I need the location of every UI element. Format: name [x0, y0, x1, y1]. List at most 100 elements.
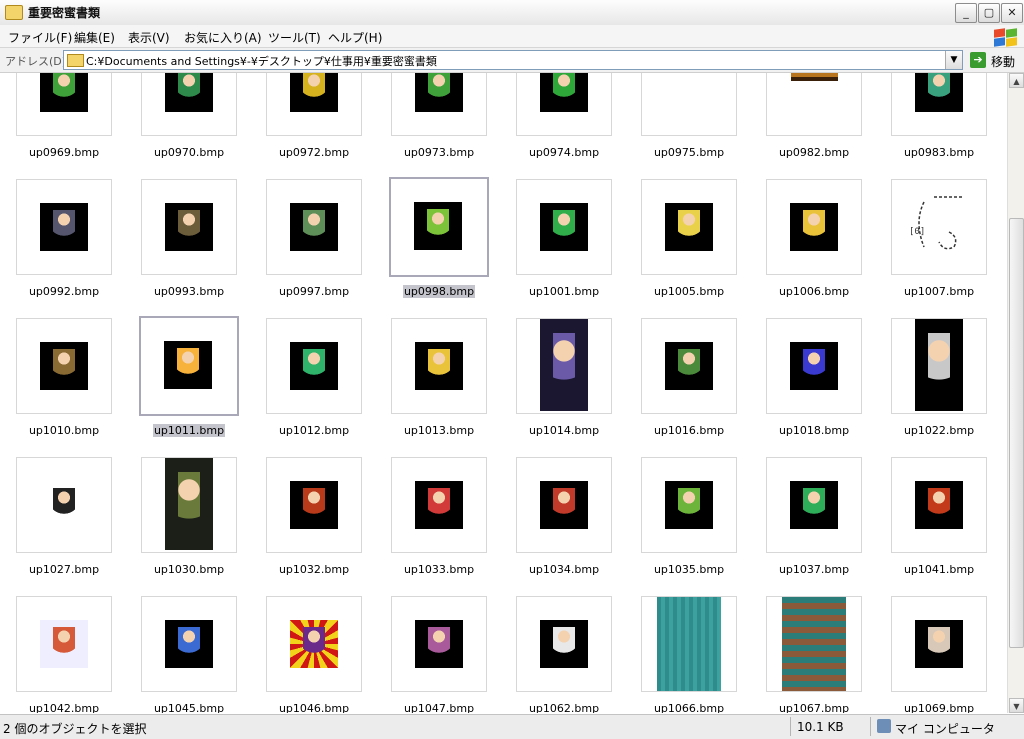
vertical-scrollbar[interactable]: ▲ ▼: [1007, 73, 1024, 713]
file-name-label[interactable]: up0970.bmp: [127, 146, 251, 159]
file-name-label[interactable]: up1045.bmp: [127, 702, 251, 713]
file-thumbnail[interactable]: [766, 596, 862, 692]
scroll-thumb[interactable]: [1009, 218, 1024, 648]
file-name-label[interactable]: up1066.bmp: [627, 702, 751, 713]
file-item[interactable]: up0974.bmp: [516, 73, 612, 159]
file-name-label[interactable]: up1022.bmp: [877, 424, 1001, 437]
file-name-label[interactable]: up1032.bmp: [252, 563, 376, 576]
title-bar[interactable]: 重要密蜜書類 _ ▢ ✕: [0, 0, 1024, 26]
file-name-label[interactable]: up1042.bmp: [2, 702, 126, 713]
menu-file[interactable]: ファイル(F): [8, 29, 72, 46]
file-name-label[interactable]: up0992.bmp: [2, 285, 126, 298]
file-item[interactable]: up1034.bmp: [516, 457, 612, 576]
file-name-label[interactable]: up0982.bmp: [752, 146, 876, 159]
file-item[interactable]: up1045.bmp: [141, 596, 237, 713]
file-item[interactable]: up1032.bmp: [266, 457, 362, 576]
file-name-label[interactable]: up0998.bmp: [377, 285, 501, 298]
file-item[interactable]: up1006.bmp: [766, 179, 862, 298]
minimize-button[interactable]: _: [955, 3, 977, 23]
file-name-label[interactable]: up1001.bmp: [502, 285, 626, 298]
file-thumbnail[interactable]: [266, 457, 362, 553]
file-thumbnail[interactable]: [266, 596, 362, 692]
file-name-label[interactable]: up0969.bmp: [2, 146, 126, 159]
address-path[interactable]: C:¥Documents and Settings¥-¥デスクトップ¥仕事用¥重…: [86, 53, 437, 69]
file-name-label[interactable]: up1033.bmp: [377, 563, 501, 576]
file-name-label[interactable]: up0975.bmp: [627, 146, 751, 159]
file-name-label[interactable]: up1035.bmp: [627, 563, 751, 576]
file-thumbnail[interactable]: [391, 73, 487, 136]
file-name-label[interactable]: up1067.bmp: [752, 702, 876, 713]
file-name-label[interactable]: up1027.bmp: [2, 563, 126, 576]
address-input[interactable]: C:¥Documents and Settings¥-¥デスクトップ¥仕事用¥重…: [63, 50, 963, 70]
file-name-label[interactable]: up1034.bmp: [502, 563, 626, 576]
file-name-label[interactable]: up0983.bmp: [877, 146, 1001, 159]
file-thumbnail[interactable]: [141, 457, 237, 553]
file-item[interactable]: up1046.bmp: [266, 596, 362, 713]
file-item[interactable]: up1047.bmp: [391, 596, 487, 713]
file-thumbnail[interactable]: [891, 73, 987, 136]
file-thumbnail[interactable]: [139, 316, 239, 416]
file-item[interactable]: up1062.bmp: [516, 596, 612, 713]
file-name-label[interactable]: up1062.bmp: [502, 702, 626, 713]
file-thumbnail[interactable]: [516, 179, 612, 275]
file-item[interactable]: up0993.bmp: [141, 179, 237, 298]
file-item[interactable]: up0972.bmp: [266, 73, 362, 159]
file-thumbnail[interactable]: [0]: [891, 179, 987, 275]
file-thumbnail[interactable]: [891, 457, 987, 553]
file-item[interactable]: up0992.bmp: [16, 179, 112, 298]
file-thumbnail[interactable]: [641, 179, 737, 275]
file-thumbnail[interactable]: [389, 177, 489, 277]
file-name-label[interactable]: up1069.bmp: [877, 702, 1001, 713]
file-name-label[interactable]: up1006.bmp: [752, 285, 876, 298]
file-thumbnail[interactable]: [141, 596, 237, 692]
menu-favorites[interactable]: お気に入り(A): [184, 29, 262, 46]
file-name-label[interactable]: up1037.bmp: [752, 563, 876, 576]
file-name-label[interactable]: up0997.bmp: [252, 285, 376, 298]
file-item[interactable]: up1030.bmp: [141, 457, 237, 576]
file-item[interactable]: up1013.bmp: [391, 318, 487, 437]
file-item[interactable]: up0975.bmp: [641, 73, 737, 159]
file-item[interactable]: up1035.bmp: [641, 457, 737, 576]
file-thumbnail[interactable]: [891, 596, 987, 692]
scroll-down-button[interactable]: ▼: [1009, 698, 1024, 713]
file-item[interactable]: up1010.bmp: [16, 318, 112, 437]
file-item[interactable]: up1067.bmp: [766, 596, 862, 713]
file-thumbnail[interactable]: [141, 73, 237, 136]
menu-edit[interactable]: 編集(E): [74, 29, 115, 46]
file-item[interactable]: up0973.bmp: [391, 73, 487, 159]
file-thumbnail[interactable]: [516, 318, 612, 414]
file-name-label[interactable]: up0973.bmp: [377, 146, 501, 159]
file-thumbnail[interactable]: [266, 179, 362, 275]
file-item[interactable]: up0983.bmp: [891, 73, 987, 159]
menu-help[interactable]: ヘルプ(H): [328, 29, 382, 46]
file-thumbnail[interactable]: [516, 596, 612, 692]
file-thumbnail[interactable]: [766, 457, 862, 553]
file-item[interactable]: up0970.bmp: [141, 73, 237, 159]
file-thumbnail[interactable]: [891, 318, 987, 414]
file-thumbnail[interactable]: [766, 318, 862, 414]
file-name-label[interactable]: up1047.bmp: [377, 702, 501, 713]
file-name-label[interactable]: up1007.bmp: [877, 285, 1001, 298]
file-item[interactable]: up1037.bmp: [766, 457, 862, 576]
file-name-label[interactable]: up1030.bmp: [127, 563, 251, 576]
file-item[interactable]: [0] up1007.bmp: [891, 179, 987, 298]
file-thumbnail[interactable]: [641, 318, 737, 414]
file-name-label[interactable]: up1013.bmp: [377, 424, 501, 437]
file-name-label[interactable]: up1010.bmp: [2, 424, 126, 437]
file-name-label[interactable]: up0972.bmp: [252, 146, 376, 159]
file-thumbnail[interactable]: [16, 457, 112, 553]
file-item[interactable]: up1033.bmp: [391, 457, 487, 576]
file-item[interactable]: up1011.bmp: [139, 316, 239, 437]
chevron-down-icon[interactable]: ▼: [945, 51, 962, 69]
file-thumbnail[interactable]: [391, 318, 487, 414]
file-thumbnail[interactable]: [516, 73, 612, 136]
file-item[interactable]: up0998.bmp: [389, 177, 489, 298]
go-button[interactable]: ➔ 移動: [968, 50, 1022, 70]
scroll-up-button[interactable]: ▲: [1009, 73, 1024, 88]
file-thumbnail[interactable]: [16, 596, 112, 692]
file-item[interactable]: up1069.bmp: [891, 596, 987, 713]
file-thumbnail[interactable]: [641, 457, 737, 553]
file-name-label[interactable]: up1011.bmp: [127, 424, 251, 437]
file-list-view[interactable]: up0969.bmp up0970.bmp up0972.bmp up0973.bmp…: [0, 73, 1007, 713]
file-item[interactable]: up1012.bmp: [266, 318, 362, 437]
